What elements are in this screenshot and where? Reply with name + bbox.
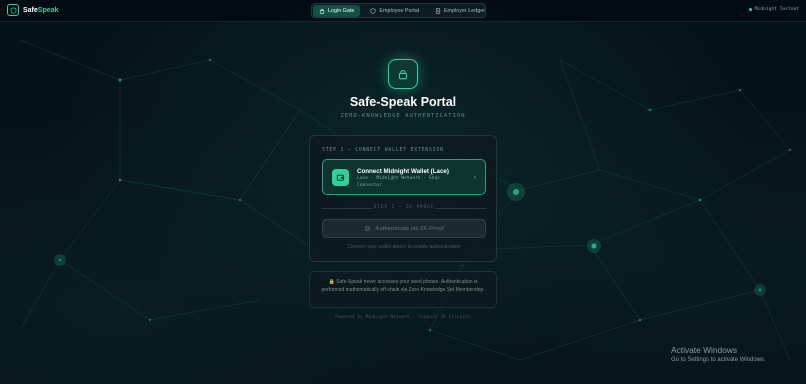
lock-icon (398, 69, 408, 80)
divider-line (436, 208, 486, 209)
step1-label: STEP 1 — CONNECT WALLET EXTENSION (322, 148, 444, 153)
shield-logo-icon (7, 4, 19, 16)
lock-badge (388, 59, 418, 89)
tab-login-gate[interactable]: Login Gate (313, 4, 361, 17)
activate-windows-watermark: Activate Windows Go to Settings to activ… (671, 345, 766, 363)
step2-divider: STEP 2 — ZK-PROOF (322, 205, 486, 211)
lock-emoji-icon: 🔒 (328, 279, 335, 285)
tab-employee-portal[interactable]: Employee Portal (364, 5, 425, 17)
page-subtitle: ZERO-KNOWLEDGE AUTHENTICATION (340, 113, 466, 119)
network-indicator: Midnight Testnet (748, 7, 799, 12)
auth-hint: Connect your wallet above to enable auth… (347, 244, 461, 250)
tab-employer-ledger[interactable]: Employer Ledger (429, 5, 491, 17)
chevron-right-icon: › (473, 174, 476, 181)
tab-label: Login Gate (328, 7, 355, 14)
brand-name: SafeSpeak (23, 6, 59, 14)
auth-card: STEP 1 — CONNECT WALLET EXTENSION Connec… (309, 135, 497, 262)
document-icon (435, 7, 441, 14)
activate-subtitle: Go to Settings to activate Windows. (671, 357, 766, 363)
network-label: Midnight Testnet (754, 7, 799, 12)
footer-text: Powered by Midnight Network · Compact ZK… (335, 315, 471, 320)
wallet-title: Connect Midnight Wallet (Lace) (357, 168, 449, 175)
connect-wallet-button[interactable]: Connect Midnight Wallet (Lace) Lace · Mi… (322, 159, 486, 195)
privacy-notice: 🔒 Safe-Speak never accesses your seed ph… (309, 271, 497, 308)
notice-text: Safe-Speak never accesses your seed phra… (321, 279, 485, 293)
wallet-subtitle: Lace · Midnight Network · Shqs Connector (357, 176, 440, 188)
shield-icon (370, 7, 376, 14)
wallet-icon (332, 169, 349, 186)
authenticate-zk-button[interactable]: Authenticate via ZK-Proof (322, 219, 486, 238)
activate-title: Activate Windows (671, 345, 738, 355)
lock-icon (319, 8, 325, 14)
brand-logo[interactable]: SafeSpeak (7, 4, 58, 16)
top-bar: SafeSpeak Login Gate Employee Portal Emp… (0, 0, 806, 22)
main-nav: Login Gate Employee Portal Employer Ledg… (311, 3, 486, 18)
tab-label: Employee Portal (379, 7, 419, 14)
zk-button-label: Authenticate via ZK-Proof (375, 225, 444, 232)
tab-label: Employer Ledger (443, 7, 485, 14)
page-title: Safe-Speak Portal (349, 95, 457, 109)
status-dot-icon (748, 8, 752, 11)
fingerprint-icon (364, 225, 371, 232)
